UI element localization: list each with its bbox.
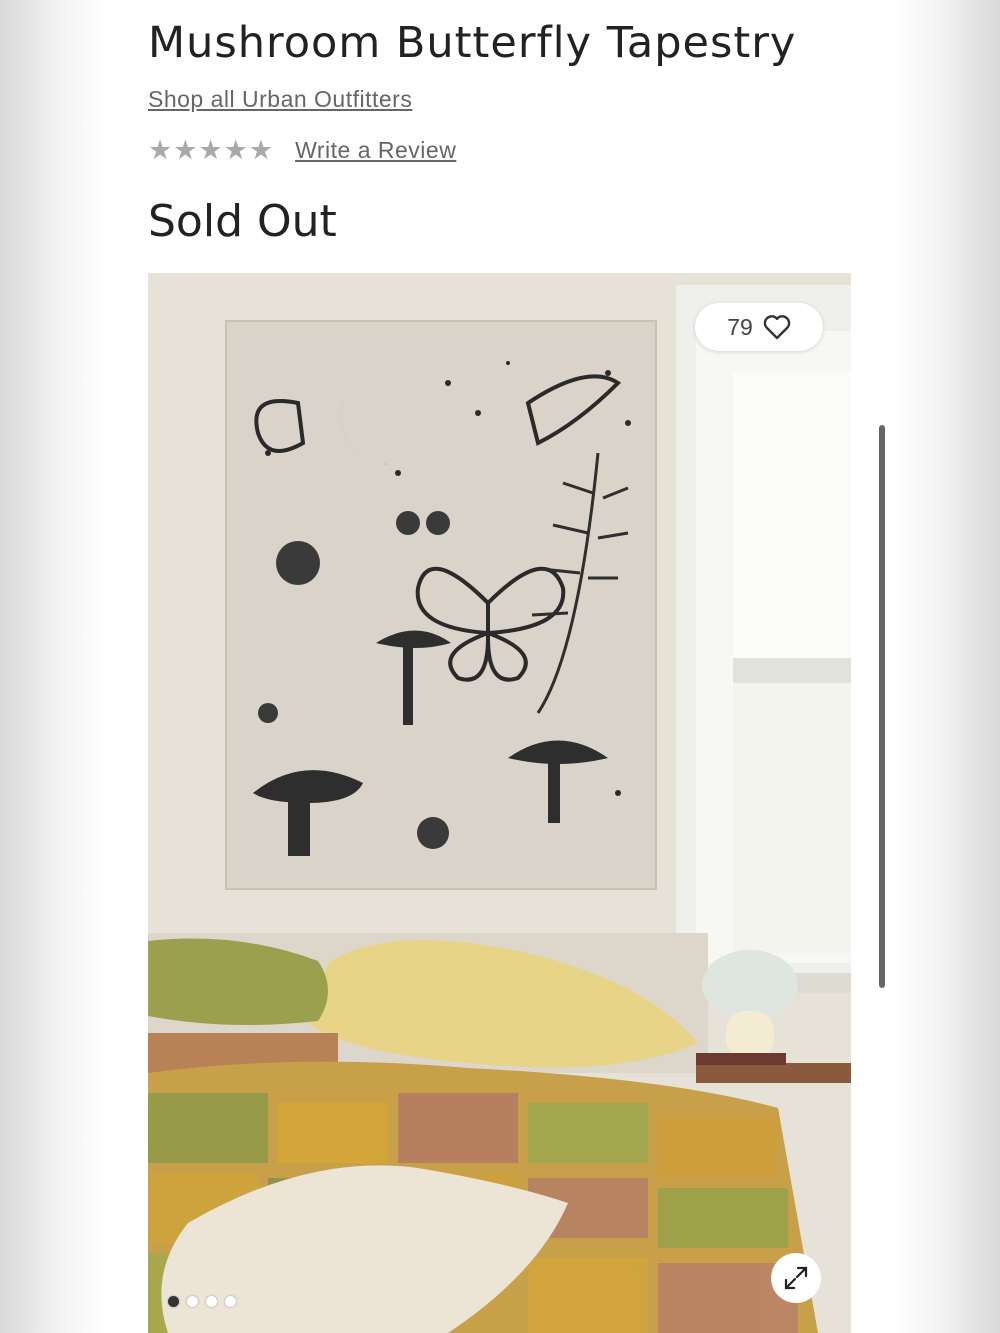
gallery-dot[interactable]	[187, 1296, 198, 1307]
left-backdrop	[0, 0, 108, 1333]
write-review-link[interactable]: Write a Review	[295, 137, 456, 164]
right-backdrop	[892, 0, 1000, 1333]
gallery-dot[interactable]	[225, 1296, 236, 1307]
expand-icon	[783, 1265, 809, 1291]
product-page: Mushroom Butterfly Tapestry Shop all Urb…	[108, 0, 893, 1333]
star-icon: ★	[173, 134, 198, 165]
product-photo	[148, 273, 851, 1333]
star-icon: ★	[248, 134, 274, 165]
heart-icon	[763, 314, 791, 340]
shop-all-link[interactable]: Shop all Urban Outfitters	[148, 86, 412, 113]
favorite-button[interactable]: 79	[695, 303, 823, 351]
star-icon: ★	[223, 134, 248, 165]
star-icon: ★	[198, 134, 223, 165]
product-image-gallery[interactable]: 79	[148, 273, 851, 1333]
favorites-count: 79	[727, 313, 753, 340]
star-icon: ★	[148, 134, 173, 165]
expand-image-button[interactable]	[771, 1253, 821, 1303]
gallery-pagination	[168, 1296, 236, 1307]
page-scrollbar[interactable]	[879, 425, 885, 988]
product-title: Mushroom Butterfly Tapestry	[148, 18, 797, 68]
gallery-dot[interactable]	[206, 1296, 217, 1307]
star-rating[interactable]: ★ ★ ★ ★ ★	[148, 134, 274, 165]
rating-row: ★ ★ ★ ★ ★ Write a Review	[148, 134, 456, 166]
stock-status: Sold Out	[148, 196, 337, 247]
gallery-dot[interactable]	[168, 1296, 179, 1307]
